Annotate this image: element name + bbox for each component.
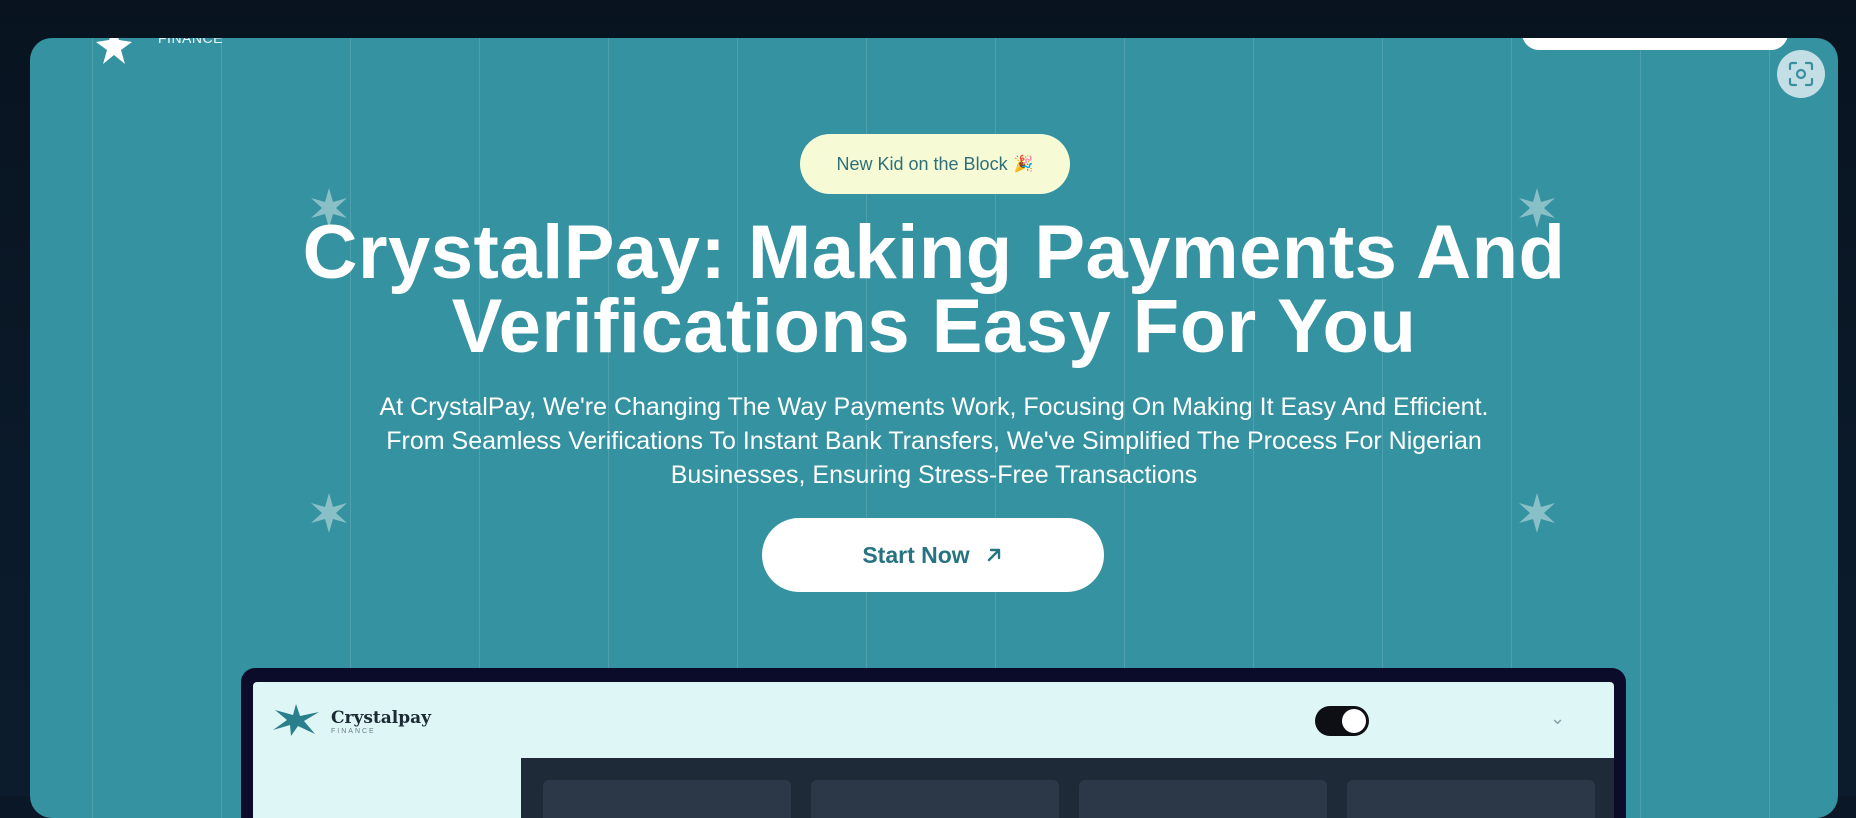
description-line-3: Businesses, Ensuring Stress-Free Transac… bbox=[670, 461, 1198, 489]
preview-content-area bbox=[521, 758, 1614, 818]
headline-line-2: Verifications Easy For You bbox=[451, 284, 1417, 369]
hero-description: At CrystalPay, We're Changing The Way Pa… bbox=[360, 390, 1508, 492]
preview-card bbox=[543, 780, 791, 818]
description-line-2: From Seamless Verifications To Instant B… bbox=[386, 427, 1482, 455]
preview-brand-sub: FINANCE bbox=[331, 728, 376, 735]
dashboard-screen: Crystalpay FINANCE ⌄ bbox=[253, 682, 1614, 818]
preview-card bbox=[1347, 780, 1595, 818]
sparkle-star-icon bbox=[311, 493, 347, 533]
screenshot-scan-button[interactable] bbox=[1777, 50, 1825, 98]
party-popper-icon: 🎉 bbox=[1013, 156, 1034, 173]
headline-line-1: CrystalPay: Making Payments And bbox=[302, 210, 1566, 295]
grid-line bbox=[221, 38, 222, 818]
preview-card bbox=[1079, 780, 1327, 818]
start-now-label: Start Now bbox=[862, 541, 970, 568]
grid-line bbox=[1769, 38, 1770, 818]
start-now-button[interactable]: Start Now bbox=[762, 518, 1104, 592]
sparkle-star-icon bbox=[1519, 493, 1555, 533]
crystalpay-preview-logo-icon bbox=[273, 704, 319, 736]
logo-subtext: FINANCE bbox=[158, 38, 223, 46]
preview-brand-name: Crystalpay bbox=[331, 708, 432, 728]
scan-icon bbox=[1788, 61, 1814, 87]
grid-line bbox=[1640, 38, 1641, 818]
crystalpay-logo-icon[interactable] bbox=[94, 38, 134, 64]
badge-label: New Kid on the Block bbox=[836, 153, 1008, 174]
new-kid-badge: New Kid on the Block 🎉 bbox=[800, 134, 1070, 194]
arrow-up-right-icon bbox=[987, 548, 1000, 562]
toggle-knob bbox=[1342, 709, 1366, 733]
description-line-1: At CrystalPay, We're Changing The Way Pa… bbox=[379, 393, 1489, 421]
chevron-down-icon[interactable]: ⌄ bbox=[1550, 708, 1565, 729]
grid-line bbox=[92, 38, 93, 818]
nav-button[interactable] bbox=[1522, 38, 1788, 50]
hero-panel: FINANCE New Kid on the Block 🎉 CrystalPa… bbox=[30, 38, 1838, 818]
preview-card bbox=[811, 780, 1059, 818]
hero-headline: CrystalPay: Making Payments And Verifica… bbox=[30, 210, 1838, 369]
dark-mode-toggle[interactable] bbox=[1315, 706, 1369, 736]
